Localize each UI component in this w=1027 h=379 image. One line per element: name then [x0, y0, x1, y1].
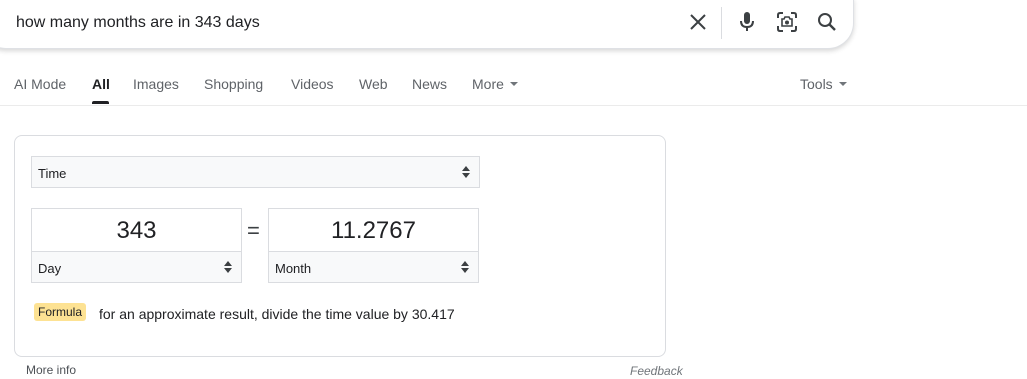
tab-images[interactable]: Images [133, 76, 179, 92]
chevron-down-icon [838, 82, 847, 87]
to-value-input[interactable]: 11.2767 [268, 208, 479, 252]
category-select[interactable]: Time [31, 156, 480, 188]
tab-shopping[interactable]: Shopping [204, 76, 263, 92]
tab-ai-mode[interactable]: AI Mode [14, 76, 66, 92]
more-info-link[interactable]: More info [26, 363, 76, 377]
from-unit-select[interactable]: Day [31, 251, 242, 283]
from-value-input[interactable]: 343 [31, 208, 242, 252]
tab-news[interactable]: News [412, 76, 447, 92]
to-unit-label: Month [275, 261, 312, 276]
tab-more[interactable]: More [472, 76, 518, 92]
active-tab-indicator [92, 101, 109, 104]
tab-videos[interactable]: Videos [291, 76, 334, 92]
search-tabs: AI Mode All Images Shopping Videos Web N… [0, 0, 1027, 106]
tools-label: Tools [800, 76, 833, 92]
tab-all[interactable]: All [92, 76, 110, 92]
equals-sign: = [247, 218, 260, 243]
formula-text: for an approximate result, divide the ti… [99, 306, 455, 322]
from-unit-label: Day [38, 261, 62, 276]
tab-web[interactable]: Web [359, 76, 388, 92]
chevron-down-icon [509, 82, 518, 87]
category-select-label: Time [38, 166, 67, 181]
select-arrows-icon [224, 261, 232, 273]
select-arrows-icon [462, 166, 470, 178]
tab-more-label: More [472, 76, 504, 92]
tools-button[interactable]: Tools [800, 76, 847, 92]
formula-badge: Formula [34, 303, 87, 321]
feedback-link[interactable]: Feedback [630, 364, 683, 378]
to-unit-select[interactable]: Month [268, 251, 479, 283]
select-arrows-icon [461, 261, 469, 273]
